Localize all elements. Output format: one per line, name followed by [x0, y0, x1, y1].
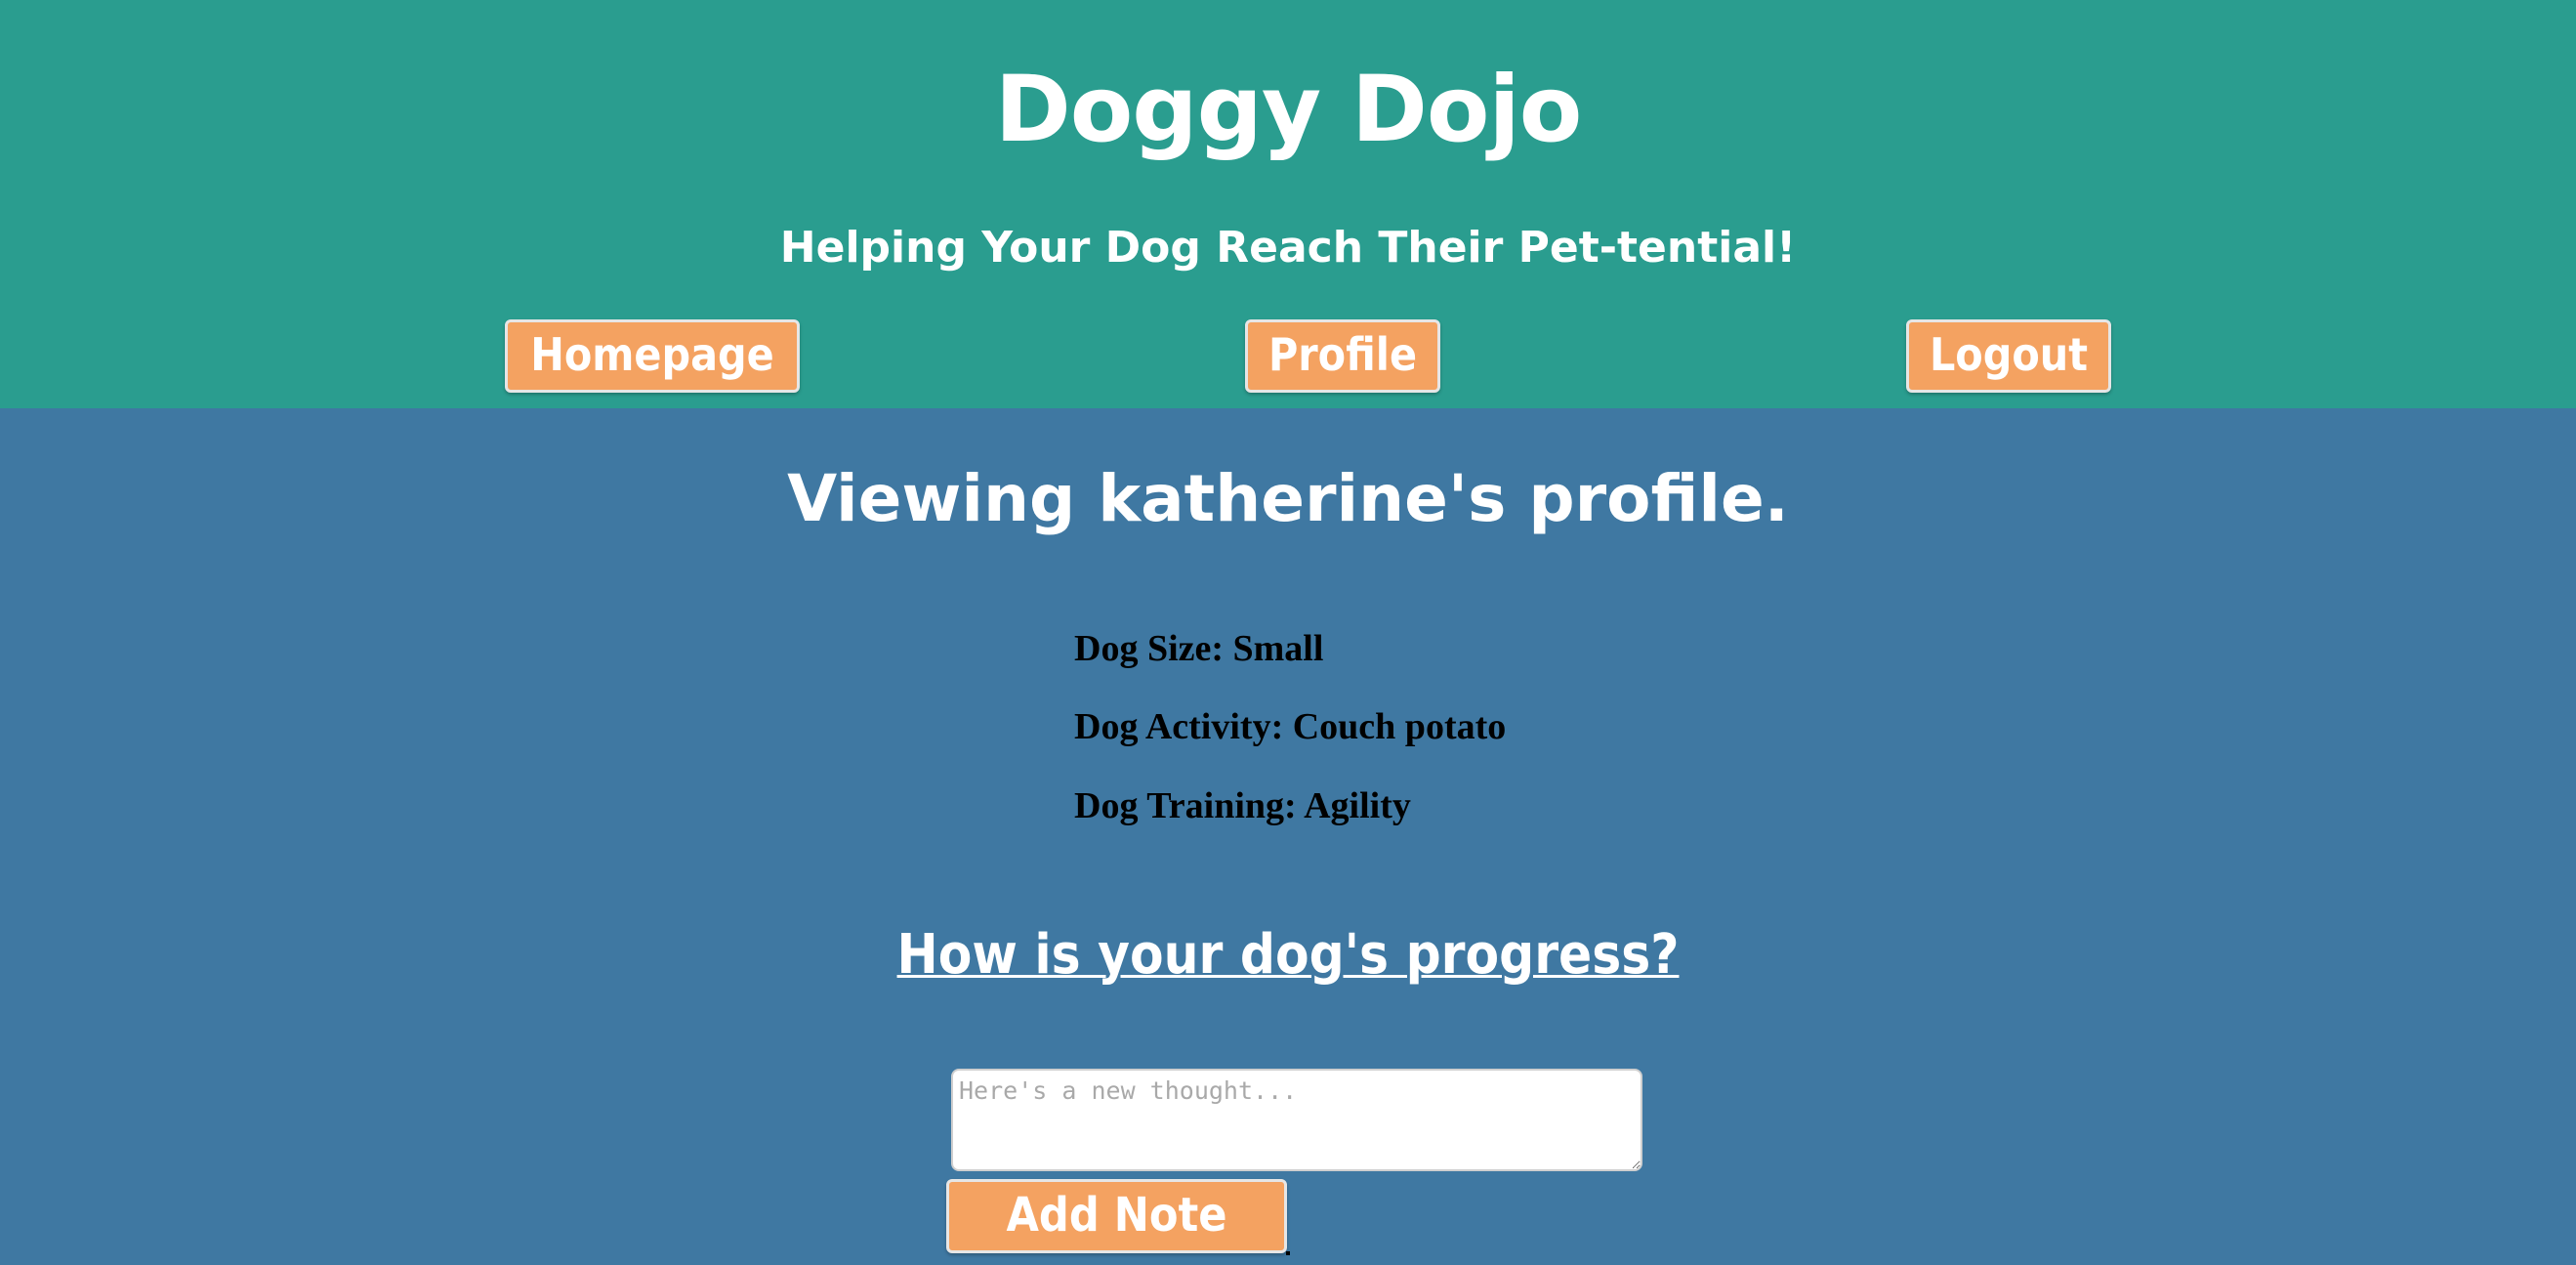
- site-header: Doggy Dojo Helping Your Dog Reach Their …: [0, 0, 2576, 408]
- add-note-button[interactable]: Add Note: [946, 1179, 1287, 1253]
- dog-size-detail: Dog Size: Small: [1074, 628, 1324, 669]
- site-title: Doggy Dojo: [994, 57, 1583, 163]
- site-tagline: Helping Your Dog Reach Their Pet-tential…: [779, 223, 1797, 273]
- stray-dot: [1286, 1251, 1290, 1255]
- progress-heading: How is your dog's progress?: [896, 923, 1680, 987]
- profile-heading: Viewing katherine's profile.: [787, 461, 1789, 536]
- dog-activity-detail: Dog Activity: Couch potato: [1074, 706, 1507, 747]
- logout-button[interactable]: Logout: [1906, 319, 2111, 393]
- note-input[interactable]: [951, 1069, 1642, 1171]
- profile-button[interactable]: Profile: [1245, 319, 1440, 393]
- homepage-button[interactable]: Homepage: [505, 319, 800, 393]
- dog-training-detail: Dog Training: Agility: [1074, 785, 1411, 826]
